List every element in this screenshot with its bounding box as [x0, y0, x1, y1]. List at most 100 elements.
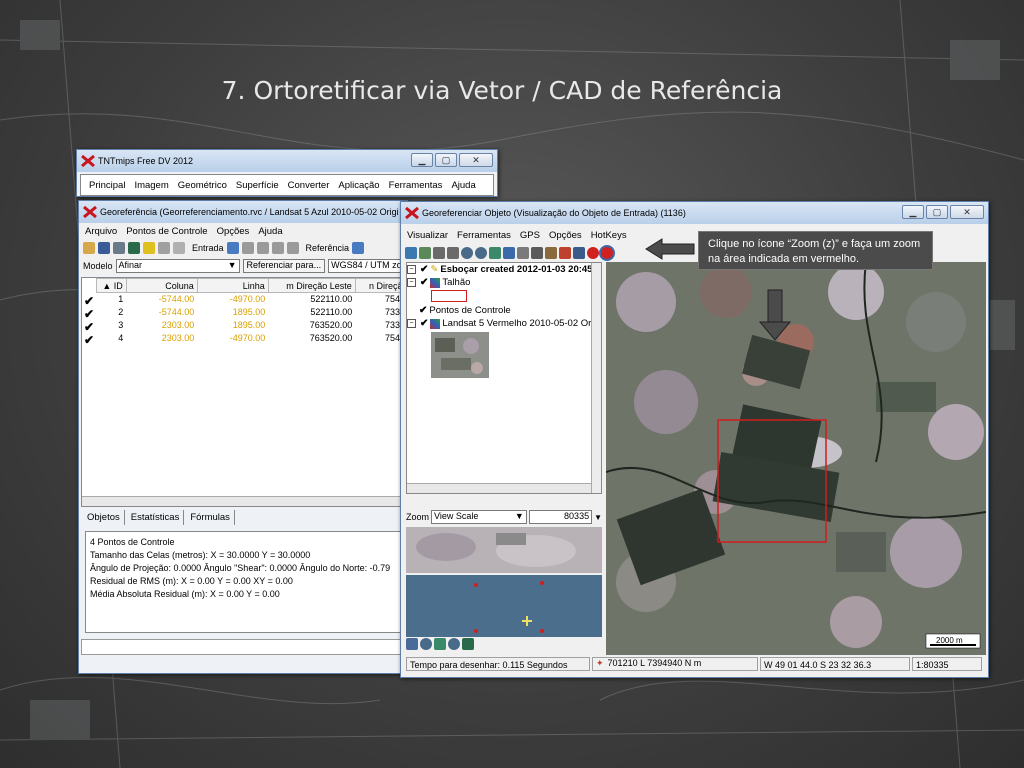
horizontal-scrollbar[interactable] — [82, 496, 404, 506]
entrada-add-icon[interactable] — [256, 242, 269, 254]
maximize-button[interactable]: ▢ — [435, 153, 457, 167]
layer-landsat[interactable]: − ✔ Landsat 5 Vermelho 2010-05-02 Or — [407, 317, 601, 330]
tab-objetos[interactable]: Objetos — [83, 510, 125, 525]
binoculars-icon[interactable] — [447, 247, 459, 259]
layer-check-icon[interactable]: ✔ — [419, 305, 427, 316]
referenciar-button[interactable]: Referenciar para... — [242, 259, 326, 273]
chevron-down-icon: ▼ — [227, 260, 237, 270]
column-header-leste[interactable]: m Direção Leste — [267, 278, 356, 293]
column-header-coluna[interactable]: Coluna — [125, 278, 198, 293]
table-row[interactable]: 4 2303.00 -4970.00 763520.00 7545820.00 — [97, 332, 407, 345]
vertical-scrollbar[interactable] — [591, 263, 601, 493]
horizontal-scrollbar[interactable] — [407, 483, 601, 493]
check-icon[interactable] — [158, 242, 170, 254]
zoom-z-icon[interactable] — [601, 247, 613, 259]
table-row[interactable]: 1 -5744.00 -4970.00 522110.00 7545820.00 — [97, 293, 407, 306]
zoom-layer-icon[interactable] — [503, 247, 515, 259]
menu-gps[interactable]: GPS — [520, 230, 540, 241]
table-row[interactable]: 2 -5744.00 1895.00 522110.00 7339870.00 — [97, 306, 407, 319]
entrada-move-icon[interactable] — [241, 242, 254, 254]
table-icon[interactable] — [128, 242, 140, 254]
menu-converter[interactable]: Converter — [288, 180, 330, 191]
save-icon[interactable] — [98, 242, 110, 254]
menu-ferramentas[interactable]: Ferramentas — [457, 230, 511, 241]
zoom-in-icon[interactable] — [461, 247, 473, 259]
add-point-icon[interactable] — [143, 242, 155, 254]
vector-layer-icon — [430, 277, 441, 288]
entrada-pin-icon[interactable] — [226, 242, 239, 254]
zoom-full-icon[interactable] — [419, 247, 431, 259]
overview-icon[interactable] — [462, 638, 474, 650]
layer-sketch[interactable]: − ✔ ✎ Esboçar created 2012-01-03 20:45 — [407, 263, 601, 276]
entrada-delete-icon[interactable] — [271, 242, 284, 254]
menu-ajuda[interactable]: Ajuda — [451, 180, 475, 191]
hand-icon[interactable] — [173, 242, 185, 254]
collapse-icon[interactable]: − — [407, 265, 416, 274]
zoom-box-icon[interactable] — [434, 638, 446, 650]
layer-check-icon[interactable]: ✔ — [420, 277, 428, 288]
select-icon[interactable] — [531, 247, 543, 259]
objeto-titlebar[interactable]: Georeferenciar Objeto (Visualização do O… — [401, 202, 988, 224]
menu-aplicacao[interactable]: Aplicação — [338, 180, 379, 191]
stats-panel: 4 Pontos de Controle Tamanho das Celas (… — [85, 531, 405, 633]
entrada-tag-icon[interactable] — [286, 242, 299, 254]
column-header-id[interactable]: ▲ ID — [96, 278, 127, 293]
row-check-icon[interactable]: ✔ — [84, 334, 94, 347]
open-folder-icon[interactable] — [83, 242, 95, 254]
redraw-icon[interactable] — [405, 247, 417, 259]
menu-geometrico[interactable]: Geométrico — [178, 180, 227, 191]
collapse-icon[interactable]: − — [407, 278, 416, 287]
menu-opcoes[interactable]: Opções — [549, 230, 582, 241]
modelo-select[interactable]: Afinar ▼ — [115, 259, 240, 273]
satellite-image-view[interactable]: 2000 m — [606, 262, 986, 655]
menu-superficie[interactable]: Superfície — [236, 180, 279, 191]
zoom-box-icon[interactable] — [489, 247, 501, 259]
pan-icon[interactable] — [433, 247, 445, 259]
referencia-pin-icon[interactable] — [352, 242, 365, 254]
zoom-in-icon[interactable] — [420, 638, 432, 650]
list-icon[interactable] — [113, 242, 125, 254]
menu-pontos-controle[interactable]: Pontos de Controle — [126, 226, 207, 237]
table-row[interactable]: 3 2303.00 1895.00 763520.00 7339870.00 — [97, 319, 407, 332]
zoom-scale-field[interactable]: 80335 — [528, 510, 593, 524]
crs-field[interactable]: WGS84 / UTM zo — [328, 259, 405, 273]
layer-pontos[interactable]: ✔ Pontos de Controle — [407, 304, 601, 317]
menu-hotkeys[interactable]: HotKeys — [591, 230, 627, 241]
layer-check-icon[interactable]: ✔ — [420, 318, 428, 329]
georeferencia-titlebar[interactable]: Georeferência (Georreferenciamento.rvc /… — [79, 201, 407, 223]
zoom-out-icon[interactable] — [475, 247, 487, 259]
menu-arquivo[interactable]: Arquivo — [85, 226, 117, 237]
collapse-icon[interactable]: − — [407, 319, 416, 328]
status-coords: ✦ 701210 L 7394940 N m — [592, 657, 758, 671]
minimize-button[interactable]: ▁ — [902, 205, 924, 219]
menu-ajuda[interactable]: Ajuda — [258, 226, 282, 237]
legend-icon[interactable] — [406, 638, 418, 650]
menu-opcoes[interactable]: Opções — [217, 226, 250, 237]
measure-icon[interactable] — [517, 247, 529, 259]
layer-check-icon[interactable]: ✔ — [420, 264, 428, 275]
close-button[interactable]: ✕ — [950, 205, 984, 219]
column-header-linha[interactable]: Linha — [196, 278, 269, 293]
zoom-mode-select[interactable]: View Scale ▼ — [431, 510, 527, 524]
tntmips-menubar: Principal Imagem Geométrico Superfície C… — [80, 174, 494, 196]
layer-manager-icon[interactable] — [573, 247, 585, 259]
gps-icon[interactable] — [545, 247, 557, 259]
stop-icon[interactable] — [587, 247, 599, 259]
tab-estatisticas[interactable]: Estatísticas — [127, 510, 185, 525]
tab-formulas[interactable]: Fórmulas — [186, 510, 235, 525]
layer-talhao[interactable]: − ✔ Talhão — [407, 276, 601, 289]
maximize-button[interactable]: ▢ — [926, 205, 948, 219]
menu-visualizar[interactable]: Visualizar — [407, 230, 448, 241]
cell-id: 4 — [118, 333, 124, 343]
tntmips-titlebar[interactable]: TNTmips Free DV 2012 ▁ ▢ ✕ — [77, 150, 497, 172]
menu-principal[interactable]: Principal — [89, 180, 125, 191]
objeto-title: Georeferenciar Objeto (Visualização do O… — [422, 208, 686, 218]
minimize-button[interactable]: ▁ — [411, 153, 433, 167]
layer-talhao-label: Talhão — [442, 277, 471, 288]
add-layer-icon[interactable] — [559, 247, 571, 259]
chevron-down-icon[interactable]: ▼ — [594, 513, 602, 522]
menu-imagem[interactable]: Imagem — [134, 180, 168, 191]
menu-ferramentas[interactable]: Ferramentas — [389, 180, 443, 191]
search-icon[interactable] — [448, 638, 460, 650]
close-button[interactable]: ✕ — [459, 153, 493, 167]
